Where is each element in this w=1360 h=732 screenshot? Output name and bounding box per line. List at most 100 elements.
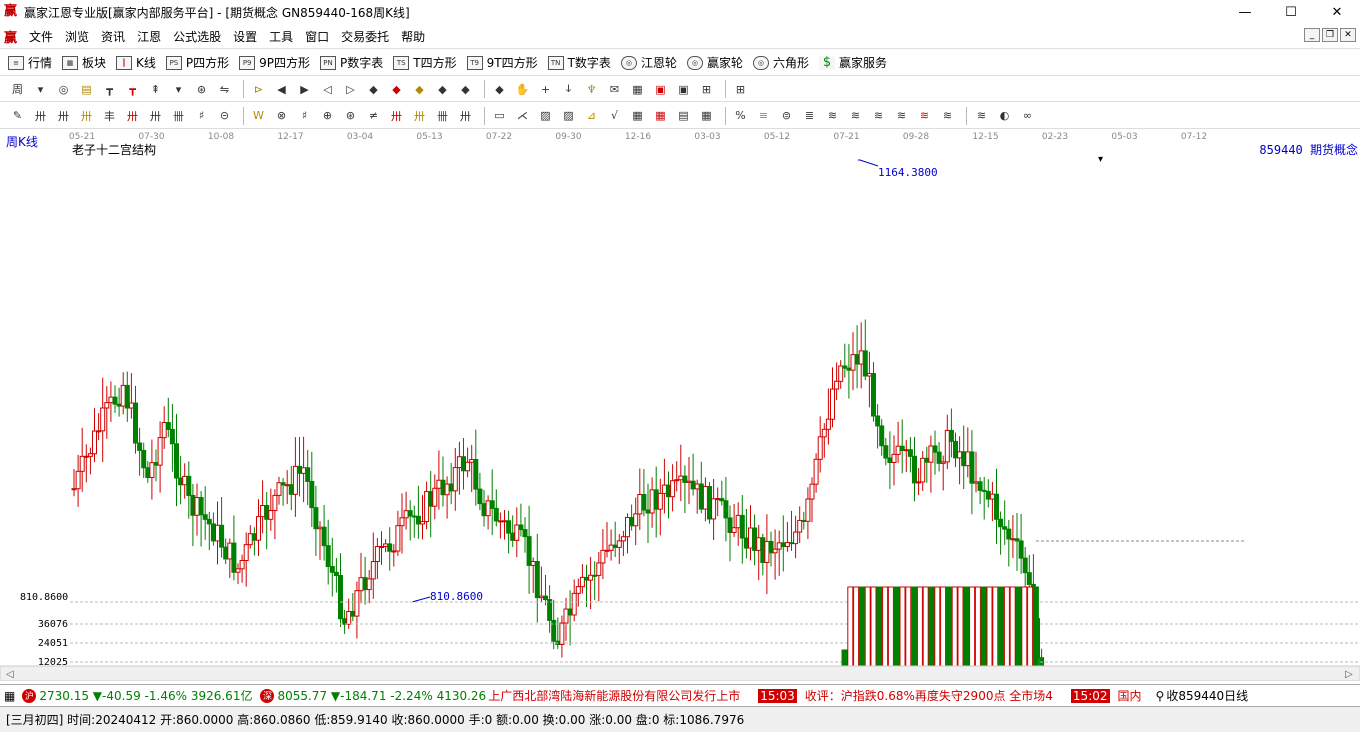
drawing-tool-30-icon[interactable]: % [731, 106, 750, 125]
analysis-tool-3-icon[interactable]: ▤ [77, 80, 96, 99]
mdi-close-button[interactable]: ✕ [1340, 28, 1356, 42]
analysis-tool-13-icon[interactable]: ◁ [318, 80, 337, 99]
toolbar-sector[interactable]: ▦ 板块 [62, 54, 106, 71]
mdi-restore-button[interactable]: ❐ [1322, 28, 1338, 42]
news-ticker-2[interactable]: 收评：沪指跌0.68%再度失守2900点 全市场4 [805, 687, 1053, 704]
toolbar-t-table[interactable]: TN T数字表 [547, 54, 611, 71]
region-label[interactable]: 国内 [1118, 687, 1142, 704]
analysis-tool-6-icon[interactable]: ⇞ [146, 80, 165, 99]
toolbar-gann-wheel[interactable]: ◎ 江恩轮 [620, 54, 677, 71]
analysis-tool-2-icon[interactable]: ◎ [54, 80, 73, 99]
mdi-minimize-button[interactable]: _ [1304, 28, 1320, 42]
drawing-tool-10-icon[interactable]: W [249, 106, 268, 125]
toolbar-t-square[interactable]: TS T四方形 [393, 54, 457, 71]
drawing-tool-14-icon[interactable]: ⊛ [341, 106, 360, 125]
analysis-tool-30-icon[interactable]: ⊞ [731, 80, 750, 99]
chart-area[interactable]: 05-21 07-30 10-08 12-17 03-04 05-13 07-22 09-30… [0, 129, 1360, 692]
analysis-tool-8-icon[interactable]: ⊛ [192, 80, 211, 99]
drawing-tool-1-icon[interactable]: 卅 [31, 106, 50, 125]
drawing-tool-32-icon[interactable]: ⊜ [777, 106, 796, 125]
menu-help[interactable]: 帮助 [395, 28, 431, 45]
analysis-tool-28-icon[interactable]: ▣ [674, 80, 693, 99]
toolbar-p-square[interactable]: PS P四方形 [165, 54, 229, 71]
analysis-tool-1-icon[interactable]: ▾ [31, 80, 50, 99]
drawing-tool-27-icon[interactable]: ▦ [651, 106, 670, 125]
scroll-left-icon[interactable]: ◁ [6, 669, 14, 680]
analysis-tool-9-icon[interactable]: ⇋ [215, 80, 234, 99]
drawing-tool-17-icon[interactable]: 卅 [410, 106, 429, 125]
analysis-tool-7-icon[interactable]: ▾ [169, 80, 188, 99]
drawing-tool-31-icon[interactable]: ≡ [754, 106, 773, 125]
toolbar-quotes[interactable]: ≡ 行情 [8, 54, 52, 71]
drawing-tool-33-icon[interactable]: ≣ [800, 106, 819, 125]
drawing-tool-26-icon[interactable]: ▦ [628, 106, 647, 125]
menu-window[interactable]: 窗口 [299, 28, 335, 45]
drawing-tool-15-icon[interactable]: ≠ [364, 106, 383, 125]
analysis-tool-0-icon[interactable]: 周 [8, 80, 27, 99]
drawing-tool-3-icon[interactable]: 卅 [77, 106, 96, 125]
analysis-tool-15-icon[interactable]: ◆ [364, 80, 383, 99]
drawing-tool-2-icon[interactable]: 卅 [54, 106, 73, 125]
analysis-tool-4-icon[interactable]: ┳ [100, 80, 119, 99]
menu-formula[interactable]: 公式选股 [167, 28, 227, 45]
analysis-tool-23-icon[interactable]: ↆ [559, 80, 578, 99]
drawing-tool-20-icon[interactable]: ▭ [490, 106, 509, 125]
kline-chart[interactable]: 05-21 07-30 10-08 12-17 03-04 05-13 07-22 09-30… [0, 129, 1360, 692]
analysis-tool-5-icon[interactable]: ┳ [123, 80, 142, 99]
drawing-tool-39-icon[interactable]: ≋ [938, 106, 957, 125]
analysis-tool-26-icon[interactable]: ▦ [628, 80, 647, 99]
drawing-tool-4-icon[interactable]: 丰 [100, 106, 119, 125]
analysis-tool-10-icon[interactable]: ⊳ [249, 80, 268, 99]
drawing-tool-5-icon[interactable]: 卅 [123, 106, 142, 125]
drawing-tool-24-icon[interactable]: ⊿ [582, 106, 601, 125]
drawing-tool-16-icon[interactable]: 卅 [387, 106, 406, 125]
menu-logo-icon[interactable]: 赢 [4, 27, 17, 46]
menu-tools[interactable]: 工具 [263, 28, 299, 45]
toolbar-9p-square[interactable]: P9 9P四方形 [239, 54, 310, 71]
toolbar-winner-wheel[interactable]: ◎ 赢家轮 [686, 54, 743, 71]
chart-dropdown-icon[interactable]: ▾ [1098, 154, 1103, 165]
toolbar-hexagon[interactable]: ◎ 六角形 [752, 54, 809, 71]
drawing-tool-42-icon[interactable]: ∞ [1018, 106, 1037, 125]
drawing-tool-8-icon[interactable]: ♯ [192, 106, 211, 125]
menu-trade[interactable]: 交易委托 [335, 28, 395, 45]
drawing-tool-11-icon[interactable]: ⊗ [272, 106, 291, 125]
toolbar-service[interactable]: $ 赢家服务 [818, 54, 887, 71]
drawing-tool-6-icon[interactable]: 卅 [146, 106, 165, 125]
maximize-button[interactable]: ☐ [1268, 0, 1314, 24]
drawing-tool-29-icon[interactable]: ▦ [697, 106, 716, 125]
analysis-tool-24-icon[interactable]: ♆ [582, 80, 601, 99]
drawing-tool-21-icon[interactable]: ⋌ [513, 106, 532, 125]
toolbar-9t-square[interactable]: T9 9T四方形 [466, 54, 538, 71]
drawing-tool-19-icon[interactable]: 卅 [456, 106, 475, 125]
analysis-tool-11-icon[interactable]: ◀ [272, 80, 291, 99]
drawing-tool-22-icon[interactable]: ▨ [536, 106, 555, 125]
analysis-tool-12-icon[interactable]: ▶ [295, 80, 314, 99]
drawing-tool-23-icon[interactable]: ▨ [559, 106, 578, 125]
analysis-tool-25-icon[interactable]: ✉ [605, 80, 624, 99]
drawing-tool-38-icon[interactable]: ≋ [915, 106, 934, 125]
drawing-tool-34-icon[interactable]: ≋ [823, 106, 842, 125]
analysis-tool-18-icon[interactable]: ◆ [433, 80, 452, 99]
drawing-tool-35-icon[interactable]: ≋ [846, 106, 865, 125]
drawing-tool-18-icon[interactable]: 卌 [433, 106, 452, 125]
scroll-right-icon[interactable]: ▷ [1345, 669, 1353, 680]
analysis-tool-16-icon[interactable]: ◆ [387, 80, 406, 99]
menu-info[interactable]: 资讯 [95, 28, 131, 45]
menu-settings[interactable]: 设置 [227, 28, 263, 45]
menu-file[interactable]: 文件 [23, 28, 59, 45]
drawing-tool-40-icon[interactable]: ≋ [972, 106, 991, 125]
menu-gann[interactable]: 江恩 [131, 28, 167, 45]
drawing-tool-28-icon[interactable]: ▤ [674, 106, 693, 125]
analysis-tool-22-icon[interactable]: + [536, 80, 555, 99]
drawing-tool-12-icon[interactable]: ♯ [295, 106, 314, 125]
analysis-tool-20-icon[interactable]: ◆ [490, 80, 509, 99]
toolbar-p-table[interactable]: PN P数字表 [320, 54, 383, 71]
analysis-tool-14-icon[interactable]: ▷ [341, 80, 360, 99]
analysis-tool-17-icon[interactable]: ◆ [410, 80, 429, 99]
drawing-tool-36-icon[interactable]: ≋ [869, 106, 888, 125]
drawing-tool-7-icon[interactable]: 卌 [169, 106, 188, 125]
drawing-tool-25-icon[interactable]: √ [605, 106, 624, 125]
grid-icon[interactable]: ▦ [4, 689, 15, 703]
horizontal-scrollbar[interactable] [0, 665, 1360, 682]
